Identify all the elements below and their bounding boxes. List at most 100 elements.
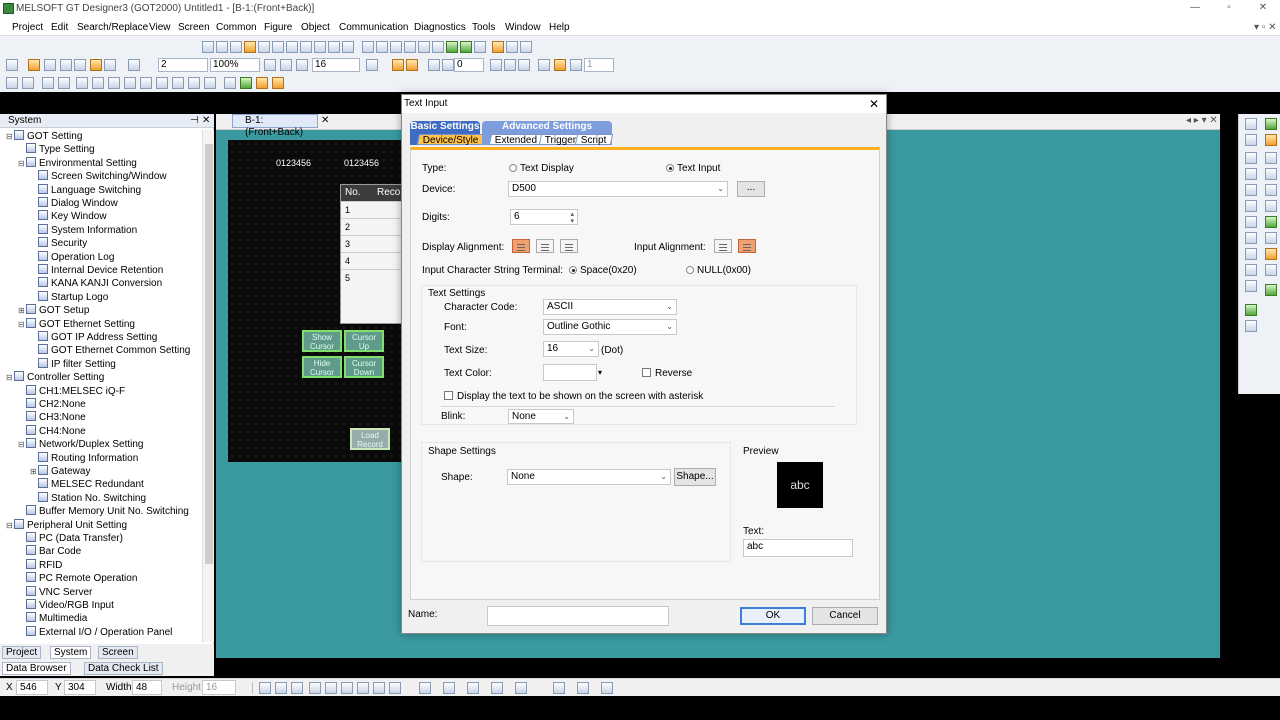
x-field[interactable]: 546 (16, 680, 48, 695)
save-icon[interactable] (44, 59, 56, 71)
align-icon[interactable] (341, 682, 353, 694)
tree-item[interactable]: MELSEC Redundant (30, 478, 144, 491)
show-cursor-button[interactable]: Show Cursor (302, 330, 342, 352)
align-icon[interactable] (291, 682, 303, 694)
toolbar-icon[interactable] (1265, 118, 1277, 130)
toolbar-icon[interactable] (432, 41, 444, 53)
toolbar-icon[interactable] (1265, 168, 1277, 180)
fill-icon[interactable] (491, 682, 503, 694)
pattern-icon[interactable] (515, 682, 527, 694)
toolbar-icon[interactable] (1245, 200, 1257, 212)
forward-icon[interactable] (442, 59, 454, 71)
tree-item[interactable]: PC Remote Operation (18, 572, 137, 585)
mdi-controls-icon[interactable]: ▾ ▫ ✕ (1254, 22, 1277, 33)
expand-toggle-icon[interactable]: ⊟ (6, 371, 14, 384)
tree-item[interactable]: ⊟ Controller Setting (6, 371, 104, 384)
off-icon[interactable] (406, 59, 418, 71)
toolbar-icon[interactable] (1265, 232, 1277, 244)
tree-item[interactable]: KANA KANJI Conversion (30, 277, 162, 290)
tab-advanced-settings[interactable]: Advanced Settings Extended Trigger Scrip… (482, 121, 613, 146)
tree-item[interactable]: Bar Code (18, 545, 81, 558)
table-tool-icon[interactable] (1245, 264, 1257, 276)
toolbar-icon[interactable] (362, 41, 374, 53)
toolbar-icon[interactable] (286, 41, 298, 53)
tree-item[interactable]: PC (Data Transfer) (18, 532, 123, 545)
toolbar-icon[interactable] (1265, 200, 1277, 212)
tree-item[interactable]: Screen Switching/Window (30, 170, 167, 183)
menu-project[interactable]: Project (12, 22, 43, 33)
toolbar-icon[interactable] (156, 77, 168, 89)
toolbar-icon[interactable] (74, 59, 86, 71)
menu-screen[interactable]: Screen (178, 22, 210, 33)
tree-item[interactable]: RFID (18, 558, 62, 572)
toolbar-icon[interactable] (446, 41, 458, 53)
toolbar-icon[interactable] (76, 77, 88, 89)
toolbar-icon[interactable] (538, 59, 550, 71)
menu-view[interactable]: View (149, 22, 171, 33)
minimize-button[interactable]: — (1180, 2, 1210, 16)
toolbar-icon[interactable] (314, 41, 326, 53)
toolbar-icon[interactable] (376, 41, 388, 53)
screen-number-select[interactable]: 2 (158, 58, 208, 72)
menu-common[interactable]: Common (216, 22, 257, 33)
zoom-select[interactable]: 100% (210, 58, 260, 72)
toolbar-icon[interactable] (1265, 134, 1277, 146)
line-width-icon[interactable] (443, 682, 455, 694)
toolbar-icon[interactable] (108, 77, 120, 89)
toolbar-icon[interactable] (202, 41, 214, 53)
menu-edit[interactable]: Edit (51, 22, 68, 33)
toolbar-icon[interactable] (601, 682, 613, 694)
tree-item[interactable]: Internal Device Retention (30, 264, 163, 277)
expand-toggle-icon[interactable]: ⊞ (30, 465, 38, 478)
terminal-null-radio[interactable]: NULL(0x00) (686, 265, 751, 276)
font-select[interactable]: Outline Gothic ⌄ (543, 319, 677, 335)
color-dropdown-icon[interactable]: ▾ (598, 364, 608, 381)
toolbar-icon[interactable] (296, 59, 308, 71)
shape-select[interactable]: None ⌄ (507, 469, 671, 485)
circle-tool-icon[interactable] (1245, 216, 1257, 228)
character-code-select[interactable]: ASCII ⌄ (543, 299, 677, 315)
close-panel-icon[interactable]: ✕ (202, 114, 210, 127)
tab-extended[interactable]: Extended (488, 134, 544, 146)
tab-system[interactable]: System (50, 646, 92, 659)
tab-data-browser[interactable]: Data Browser (2, 662, 71, 675)
toolbar-icon[interactable] (6, 77, 18, 89)
expand-toggle-icon[interactable]: ⊟ (6, 130, 14, 143)
tree-item[interactable]: GOT Ethernet Common Setting (30, 344, 190, 357)
toolbar-icon[interactable] (1245, 134, 1257, 146)
align-icon[interactable] (309, 682, 321, 694)
toolbar-icon[interactable] (216, 41, 228, 53)
menu-window[interactable]: Window (505, 22, 541, 33)
back-icon[interactable] (428, 59, 440, 71)
toolbar-icon[interactable] (124, 77, 136, 89)
text-color-swatch[interactable] (543, 364, 597, 381)
tree-item[interactable]: Operation Log (30, 250, 114, 264)
shape-button[interactable]: Shape... (674, 468, 716, 486)
tree-item[interactable]: Dialog Window (30, 197, 118, 210)
input-align-right-button[interactable] (738, 239, 756, 253)
menu-search-replace[interactable]: Search/Replace (77, 22, 148, 33)
toolbar-icon[interactable] (104, 59, 116, 71)
toolbar-icon[interactable] (204, 77, 216, 89)
spin-icon[interactable]: ▴ ▾ (570, 211, 574, 225)
tree-item[interactable]: ⊞ GOT Setup (18, 304, 89, 317)
rectangle-tool-icon[interactable] (1245, 184, 1257, 196)
toolbar-icon[interactable] (42, 77, 54, 89)
grid-size-select[interactable]: 16 (312, 58, 360, 72)
align-icon[interactable] (373, 682, 385, 694)
type-text-input-radio[interactable]: Text Input (666, 163, 720, 174)
align-icon[interactable] (259, 682, 271, 694)
expand-toggle-icon[interactable]: ⊟ (18, 438, 26, 451)
toolbar-icon[interactable] (240, 77, 252, 89)
tree-item[interactable]: ⊟ GOT Setting (6, 130, 82, 143)
toolbar-icon[interactable] (188, 77, 200, 89)
input-align-left-button[interactable] (714, 239, 732, 253)
panel-scrollbar[interactable] (202, 130, 214, 642)
line-tool-icon[interactable] (1245, 152, 1257, 164)
close-window-button[interactable]: ✕ (1248, 2, 1278, 16)
text-size-select[interactable]: 16 ⌄ (543, 341, 599, 357)
toolbar-icon[interactable] (390, 41, 402, 53)
toolbar-icon[interactable] (1265, 216, 1277, 228)
toolbar-icon[interactable] (244, 41, 256, 53)
toolbar-icon[interactable] (1245, 304, 1257, 316)
